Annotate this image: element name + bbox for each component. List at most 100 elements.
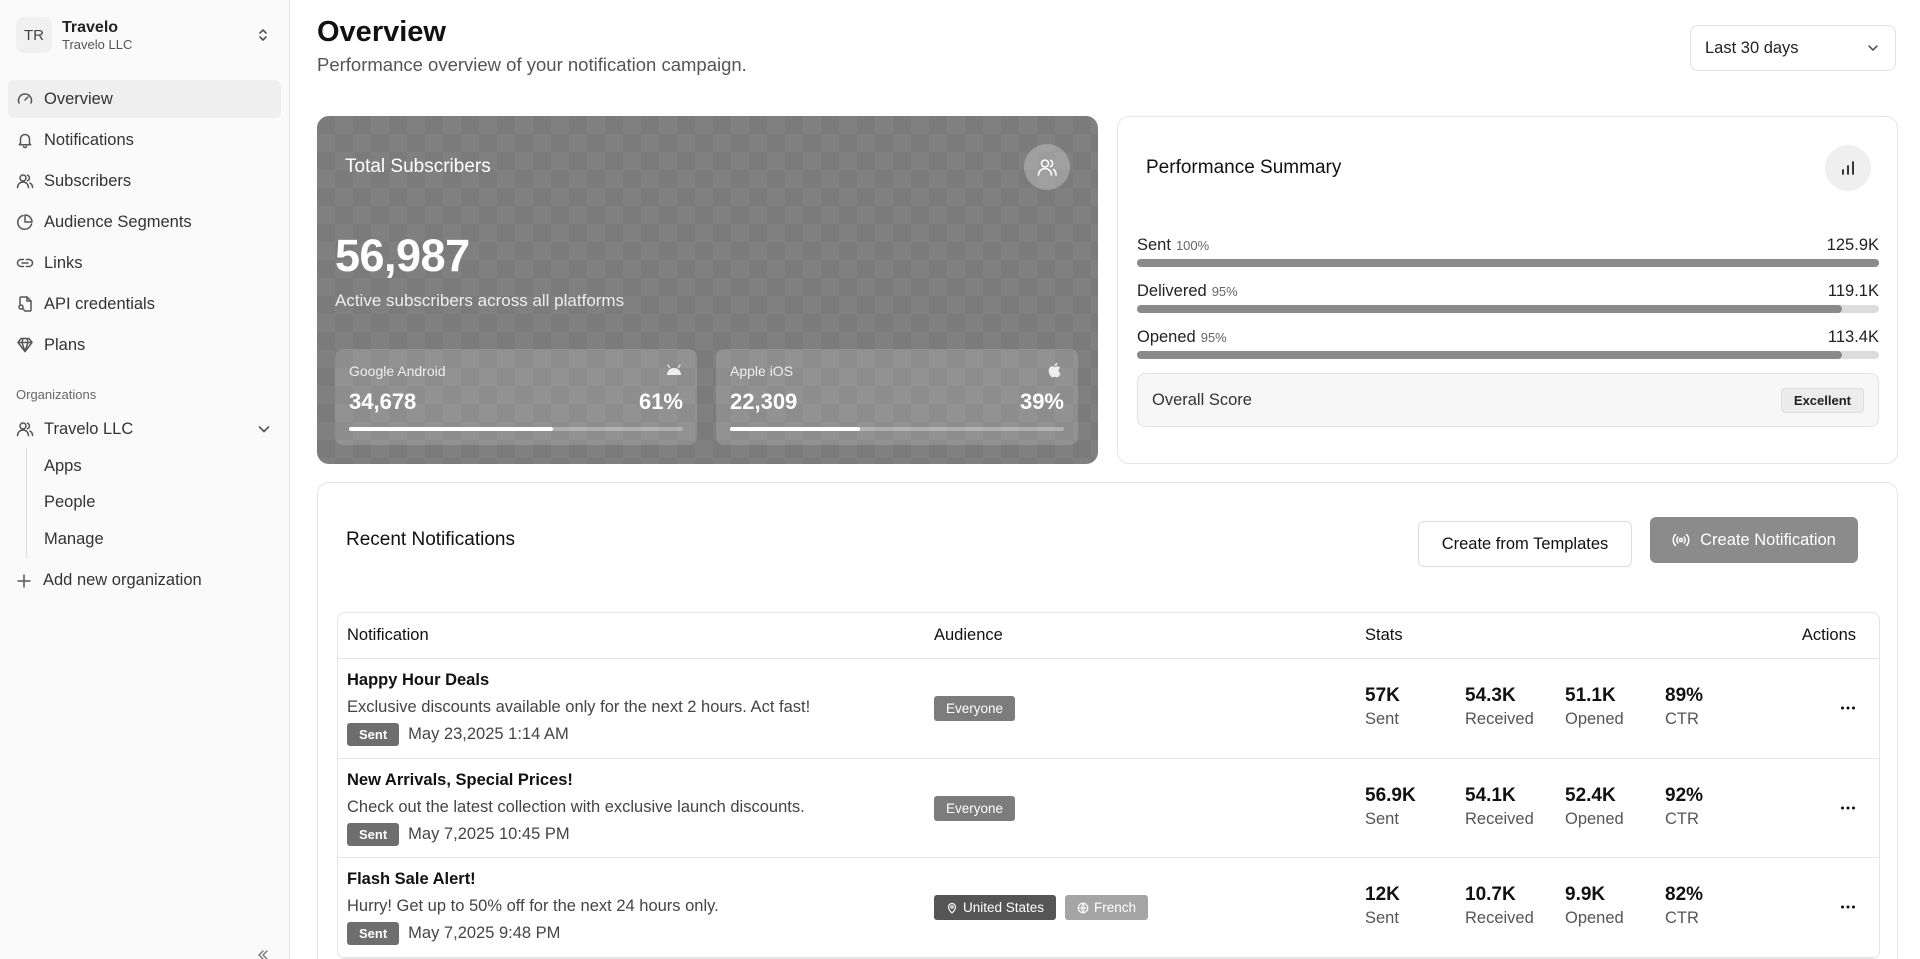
page-title: Overview: [317, 16, 446, 48]
sidebar-org-travelo[interactable]: Travelo LLC: [8, 410, 281, 448]
org-switcher-name: Travelo: [62, 18, 119, 36]
chevron-down-icon: [1865, 40, 1881, 56]
sidebar-item-plans[interactable]: Plans: [8, 326, 281, 364]
add-organization-button[interactable]: Add new organization: [8, 562, 281, 600]
sidebar: TR Travelo Travelo LLC Overview Notifica…: [0, 0, 290, 959]
status-badge: Sent: [347, 822, 400, 846]
sidebar-item-label: Links: [44, 253, 83, 272]
sidebar-item-api-credentials[interactable]: API credentials: [8, 285, 281, 323]
platform-percent: 61%: [638, 389, 683, 414]
sidebar-subitem-people[interactable]: People: [27, 485, 289, 522]
stat-received: 10.7K Received: [1465, 884, 1565, 928]
total-subscribers-card: Total Subscribers 56,987 Active subscrib…: [317, 116, 1098, 464]
notification-meta: Sent May 7,2025 9:48 PM: [347, 922, 934, 945]
stat-label: Received: [1465, 909, 1534, 927]
android-platform-card: Google Android 34,678 61%: [335, 349, 697, 445]
bell-icon: [16, 131, 34, 149]
more-horizontal-icon[interactable]: [1839, 898, 1857, 916]
recent-notifications-card: Recent Notifications Create from Templat…: [317, 482, 1898, 959]
sidebar-item-label: Plans: [44, 335, 86, 354]
collapse-sidebar-icon[interactable]: [255, 947, 271, 959]
sidebar-item-label: Notifications: [44, 130, 134, 149]
stat-value: 92%: [1665, 784, 1704, 806]
audience-badge: Everyone: [934, 696, 1016, 721]
metric-progress-fill: [1137, 305, 1842, 313]
stat-sent: 57K Sent: [1365, 685, 1465, 729]
stat-label: Opened: [1565, 809, 1624, 828]
notifications-table: Notification Audience Stats Actions Happ…: [337, 612, 1880, 959]
sidebar-item-links[interactable]: Links: [8, 244, 281, 282]
subscribers-badge: [1024, 144, 1070, 190]
table-header: Notification Audience Stats Actions: [338, 613, 1879, 659]
stat-ctr: 92% CTR: [1665, 785, 1765, 829]
notification-cell: Happy Hour Deals Exclusive discounts ava…: [338, 659, 934, 746]
page-subtitle: Performance overview of your notificatio…: [317, 54, 747, 75]
stat-value: 54.3K: [1465, 685, 1516, 706]
main-content: Overview Performance overview of your no…: [290, 0, 1920, 959]
metric-value: 119.1K: [1827, 282, 1879, 300]
sidebar-item-subscribers[interactable]: Subscribers: [8, 162, 281, 200]
sidebar-subitem-manage[interactable]: Manage: [27, 521, 289, 558]
status-badge: Sent: [347, 723, 400, 746]
more-horizontal-icon[interactable]: [1839, 799, 1857, 817]
stat-value: 57K: [1365, 685, 1400, 706]
audience-badge-label: United States: [963, 900, 1045, 915]
stat-value: 56.9K: [1365, 784, 1416, 806]
performance-card-title: Performance Summary: [1146, 157, 1342, 178]
notification-title: New Arrivals, Special Prices!: [347, 770, 573, 789]
stat-label: Sent: [1365, 809, 1399, 828]
more-horizontal-icon[interactable]: [1839, 699, 1857, 717]
table-row[interactable]: New Arrivals, Special Prices! Check out …: [338, 759, 1879, 858]
sidebar-item-label: API credentials: [44, 294, 155, 313]
date-range-value: Last 30 days: [1705, 38, 1799, 57]
sidebar-nav: Overview Notifications Subscribers Audie…: [0, 70, 289, 364]
stat-label: Received: [1465, 710, 1534, 728]
users-icon: [1036, 156, 1058, 178]
metric-progress-track: [1137, 305, 1879, 313]
table-row[interactable]: Happy Hour Deals Exclusive discounts ava…: [338, 659, 1879, 759]
map-pin-icon: [946, 902, 963, 914]
create-notification-button[interactable]: Create Notification: [1650, 517, 1858, 563]
stat-label: CTR: [1665, 710, 1699, 728]
metric-percent: 100%: [1175, 238, 1210, 253]
stat-label: Sent: [1365, 710, 1399, 728]
android-icon: [665, 361, 683, 379]
app-root: TR Travelo Travelo LLC Overview Notifica…: [0, 0, 1920, 959]
sidebar-item-audience-segments[interactable]: Audience Segments: [8, 203, 281, 241]
gauge-icon: [16, 90, 34, 108]
metric-row: Opened 95% 113.4K: [1137, 328, 1879, 348]
platform-count: 34,678: [349, 389, 417, 414]
sidebar-subitem-apps[interactable]: Apps: [27, 448, 289, 485]
metric-progress-fill: [1137, 351, 1842, 359]
platform-percent: 39%: [1019, 389, 1064, 414]
notification-cell: New Arrivals, Special Prices! Check out …: [338, 759, 934, 846]
stat-value: 9.9K: [1565, 884, 1606, 905]
stat-label: CTR: [1665, 809, 1699, 828]
audience-cell: Everyone: [934, 659, 1365, 721]
apple-icon: [1046, 361, 1064, 379]
date-range-select[interactable]: Last 30 days: [1690, 25, 1896, 71]
audience-badge-label: French: [1094, 900, 1137, 915]
sidebar-item-overview[interactable]: Overview: [8, 80, 281, 118]
column-header-actions: Actions: [1801, 626, 1856, 644]
table-row[interactable]: Flash Sale Alert! Hurry! Get up to 50% o…: [338, 858, 1879, 958]
metric-value: 113.4K: [1827, 328, 1879, 346]
stat-opened: 9.9K Opened: [1565, 884, 1665, 928]
audience-cell: United States French: [934, 858, 1365, 920]
org-switcher-text: Travelo Travelo LLC: [62, 18, 253, 53]
metric-progress-track: [1137, 351, 1879, 359]
sidebar-item-notifications[interactable]: Notifications: [8, 121, 281, 159]
sidebar-item-label: Audience Segments: [44, 212, 192, 231]
sidebar-item-label: Overview: [44, 89, 113, 108]
stat-label: Opened: [1565, 909, 1624, 927]
metric-opened: Opened 95% 113.4K: [1137, 328, 1879, 359]
users-icon: [16, 420, 34, 438]
notification-description: Check out the latest collection with exc…: [347, 797, 805, 816]
org-switcher[interactable]: TR Travelo Travelo LLC: [0, 0, 289, 70]
create-from-templates-button[interactable]: Create from Templates: [1418, 521, 1632, 567]
add-organization-label: Add new organization: [43, 571, 202, 589]
plus-icon: [16, 573, 32, 589]
metric-value: 125.9K: [1826, 236, 1879, 254]
stat-sent: 12K Sent: [1365, 884, 1465, 928]
audience-badge: Everyone: [934, 795, 1016, 821]
